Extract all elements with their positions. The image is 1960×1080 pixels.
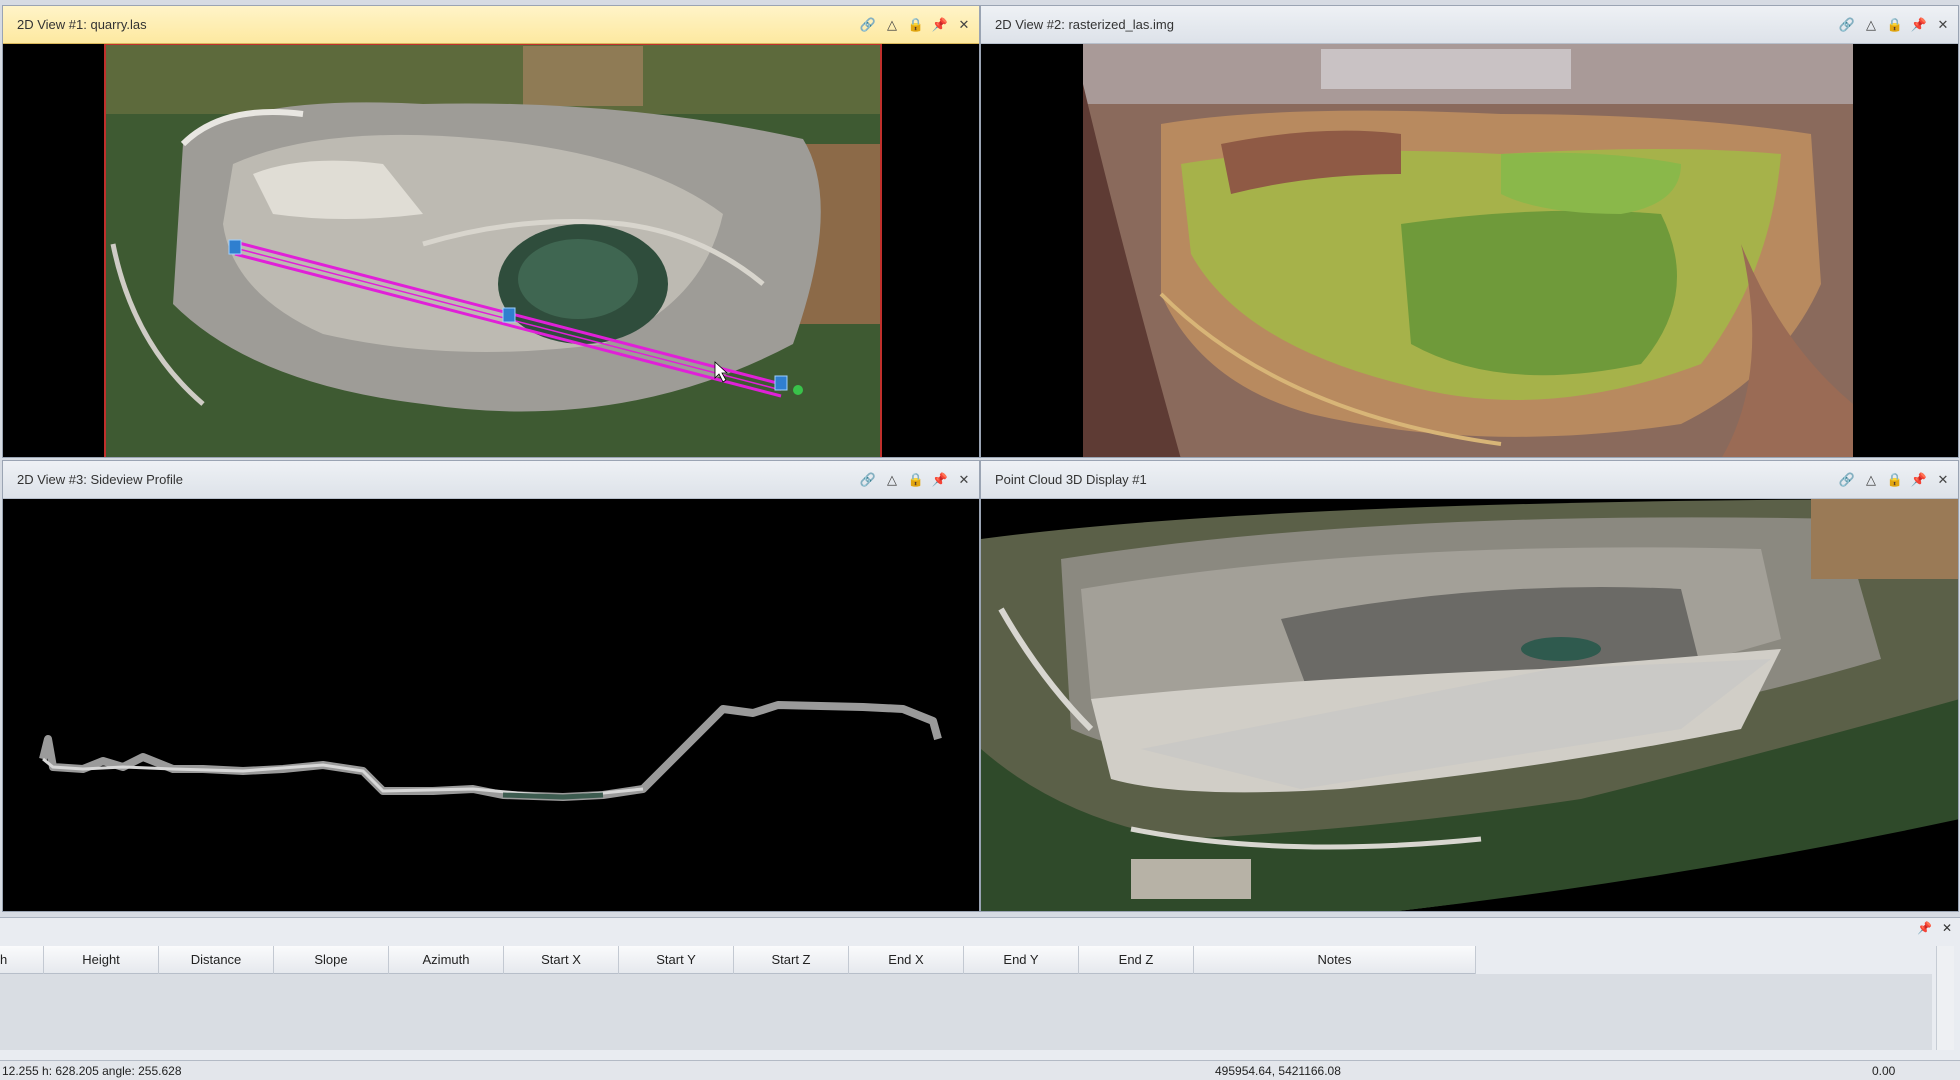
rasterized-elevation-image bbox=[981, 44, 1958, 457]
view-3-titlebar[interactable]: 2D View #3: Sideview Profile 🔗 △ 🔒 📌 ✕ bbox=[3, 461, 979, 499]
link-icon[interactable]: 🔗 bbox=[860, 473, 876, 487]
sideview-profile-plot bbox=[3, 499, 979, 911]
view-4-canvas[interactable] bbox=[981, 499, 1958, 911]
link-icon[interactable]: 🔗 bbox=[860, 18, 876, 32]
view-2-canvas[interactable] bbox=[981, 44, 1958, 457]
warning-icon[interactable]: △ bbox=[885, 18, 899, 32]
column-header-start-z[interactable]: Start Z bbox=[734, 946, 849, 974]
view-3-title: 2D View #3: Sideview Profile bbox=[17, 472, 183, 487]
warning-icon[interactable]: △ bbox=[1864, 473, 1878, 487]
pin-icon[interactable]: 📌 bbox=[1917, 921, 1932, 935]
view-2-titlebar[interactable]: 2D View #2: rasterized_las.img 🔗 △ 🔒 📌 ✕ bbox=[981, 6, 1958, 44]
column-header[interactable]: h bbox=[0, 946, 44, 974]
view-1-title: 2D View #1: quarry.las bbox=[17, 17, 147, 32]
link-icon[interactable]: 🔗 bbox=[1839, 473, 1855, 487]
status-coordinates: 495954.64, 5421166.08 bbox=[1215, 1064, 1341, 1078]
status-measurement: 12.255 h: 628.205 angle: 255.628 bbox=[2, 1064, 182, 1078]
view-4-titlebar[interactable]: Point Cloud 3D Display #1 🔗 △ 🔒 📌 ✕ bbox=[981, 461, 1958, 499]
view-4-title: Point Cloud 3D Display #1 bbox=[995, 472, 1147, 487]
view-3d-display[interactable]: Point Cloud 3D Display #1 🔗 △ 🔒 📌 ✕ bbox=[980, 460, 1959, 912]
close-icon[interactable]: ✕ bbox=[957, 473, 971, 487]
warning-icon[interactable]: △ bbox=[885, 473, 899, 487]
close-icon[interactable]: ✕ bbox=[1942, 921, 1952, 935]
warning-icon[interactable]: △ bbox=[1864, 18, 1878, 32]
view-1-titlebar[interactable]: 2D View #1: quarry.las 🔗 △ 🔒 📌 ✕ bbox=[3, 6, 979, 44]
view-2d-3[interactable]: 2D View #3: Sideview Profile 🔗 △ 🔒 📌 ✕ bbox=[2, 460, 980, 912]
column-header-distance[interactable]: Distance bbox=[159, 946, 274, 974]
lock-icon[interactable]: 🔒 bbox=[1887, 18, 1903, 32]
pin-icon[interactable]: 📌 bbox=[932, 473, 948, 487]
view-2d-1[interactable]: 2D View #1: quarry.las 🔗 △ 🔒 📌 ✕ bbox=[2, 5, 980, 458]
lock-icon[interactable]: 🔒 bbox=[1887, 473, 1903, 487]
column-header-end-y[interactable]: End Y bbox=[964, 946, 1079, 974]
column-header-end-x[interactable]: End X bbox=[849, 946, 964, 974]
view-2d-2[interactable]: 2D View #2: rasterized_las.img 🔗 △ 🔒 📌 ✕ bbox=[980, 5, 1959, 458]
lock-icon[interactable]: 🔒 bbox=[908, 473, 924, 487]
column-header-height[interactable]: Height bbox=[44, 946, 159, 974]
measurement-table-body[interactable] bbox=[0, 974, 1932, 1050]
lock-icon[interactable]: 🔒 bbox=[908, 18, 924, 32]
column-header-start-x[interactable]: Start X bbox=[504, 946, 619, 974]
pin-icon[interactable]: 📌 bbox=[932, 18, 948, 32]
point-cloud-3d-render bbox=[981, 499, 1958, 911]
close-icon[interactable]: ✕ bbox=[1936, 473, 1950, 487]
measurement-panel[interactable]: 📌 ✕ h Height Distance Slope Azimuth Star… bbox=[0, 917, 1960, 1067]
column-header-end-z[interactable]: End Z bbox=[1079, 946, 1194, 974]
close-icon[interactable]: ✕ bbox=[1936, 18, 1950, 32]
view-1-canvas[interactable] bbox=[3, 44, 979, 457]
close-icon[interactable]: ✕ bbox=[957, 18, 971, 32]
link-icon[interactable]: 🔗 bbox=[1839, 18, 1855, 32]
table-vertical-scrollbar[interactable] bbox=[1936, 946, 1954, 1050]
column-header-slope[interactable]: Slope bbox=[274, 946, 389, 974]
column-header-notes[interactable]: Notes bbox=[1194, 946, 1476, 974]
status-value: 0.00 bbox=[1872, 1064, 1896, 1078]
column-header-azimuth[interactable]: Azimuth bbox=[389, 946, 504, 974]
view-2-title: 2D View #2: rasterized_las.img bbox=[995, 17, 1174, 32]
pin-icon[interactable]: 📌 bbox=[1911, 473, 1927, 487]
column-header-start-y[interactable]: Start Y bbox=[619, 946, 734, 974]
status-bar: 12.255 h: 628.205 angle: 255.628 495954.… bbox=[0, 1060, 1960, 1080]
view-3-canvas[interactable] bbox=[3, 499, 979, 911]
measurement-table-header: h Height Distance Slope Azimuth Start X … bbox=[0, 946, 1476, 974]
pin-icon[interactable]: 📌 bbox=[1911, 18, 1927, 32]
quarry-aerial-image bbox=[3, 44, 979, 457]
